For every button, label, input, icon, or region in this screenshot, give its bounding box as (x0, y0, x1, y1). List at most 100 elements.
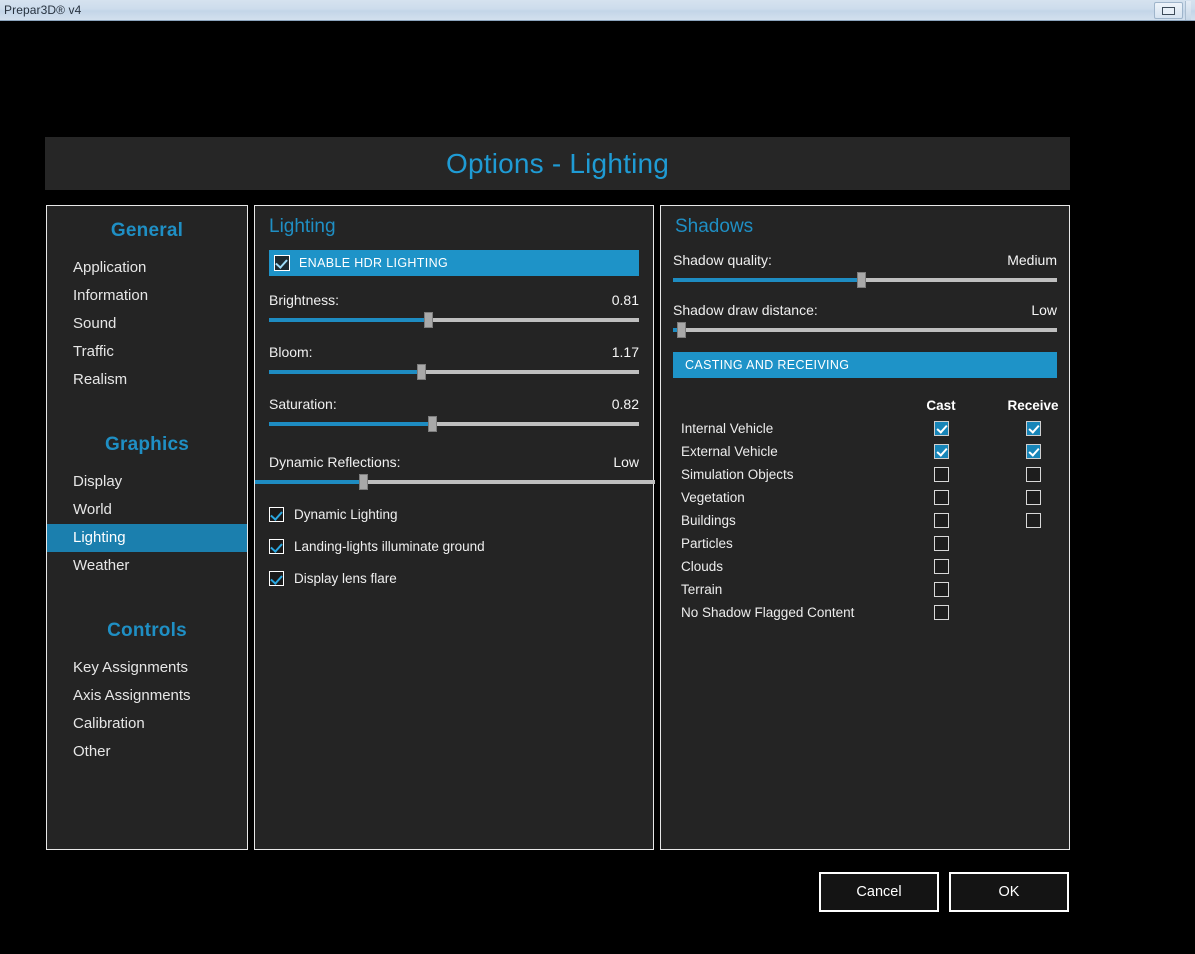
row-label-simulation-objects: Simulation Objects (681, 467, 794, 482)
receive-cell-internal-vehicle[interactable] (987, 421, 1079, 436)
sidebar-item-axis-assignments[interactable]: Axis Assignments (47, 682, 247, 710)
saturation-row: Saturation: 0.82 (269, 396, 639, 412)
enable-hdr-lighting-row[interactable]: ENABLE HDR LIGHTING (269, 250, 639, 276)
cast-checkbox[interactable] (933, 582, 949, 597)
enable-hdr-lighting-checkbox[interactable] (274, 255, 290, 271)
sim-background: Options - Lighting General Application I… (0, 21, 1195, 954)
dynamic-reflections-value: Low (613, 454, 639, 470)
sidebar-item-display[interactable]: Display (47, 468, 247, 496)
dynamic-lighting-row[interactable]: Dynamic Lighting (269, 507, 639, 522)
dynamic-reflections-slider-fill (255, 480, 363, 484)
row-label-clouds: Clouds (681, 559, 724, 574)
saturation-slider[interactable] (269, 416, 639, 432)
cast-checkbox[interactable] (933, 559, 949, 574)
row-label-buildings: Buildings (681, 513, 736, 528)
lens-flare-checkbox[interactable] (269, 571, 284, 586)
bloom-slider[interactable] (269, 364, 639, 380)
sidebar-item-sound[interactable]: Sound (47, 310, 247, 338)
sidebar-item-information[interactable]: Information (47, 282, 247, 310)
dynamic-reflections-slider[interactable] (255, 474, 655, 490)
table-row: Vegetation (673, 490, 1057, 505)
table-row: Terrain (673, 582, 1057, 597)
cast-cell-clouds[interactable] (895, 559, 987, 574)
bloom-value: 1.17 (611, 344, 639, 360)
receive-cell-buildings[interactable] (987, 513, 1079, 528)
sidebar-item-world[interactable]: World (47, 496, 247, 524)
dialog-header: Options - Lighting (45, 137, 1070, 190)
column-header-receive: Receive (1007, 398, 1059, 413)
options-dialog: Options - Lighting General Application I… (45, 137, 1070, 917)
cast-checkbox[interactable] (933, 421, 949, 436)
brightness-slider-thumb[interactable] (424, 312, 434, 328)
receive-checkbox[interactable] (1025, 490, 1041, 505)
brightness-slider[interactable] (269, 312, 639, 328)
cast-checkbox[interactable] (933, 490, 949, 505)
receive-checkbox[interactable] (1025, 467, 1041, 482)
cast-checkbox[interactable] (933, 536, 949, 551)
column-header-cast: Cast (926, 398, 956, 413)
table-row: Buildings (673, 513, 1057, 528)
cast-checkbox[interactable] (933, 444, 949, 459)
receive-cell-simulation-objects[interactable] (987, 467, 1079, 482)
sidebar-item-lighting[interactable]: Lighting (47, 524, 247, 552)
saturation-slider-fill (269, 422, 432, 426)
sidebar-item-other[interactable]: Other (47, 738, 247, 766)
cast-checkbox[interactable] (933, 467, 949, 482)
lighting-checkbox-group: Dynamic Lighting Landing-lights illumina… (255, 507, 653, 586)
table-row: External Vehicle (673, 444, 1057, 459)
minimize-button[interactable] (1154, 2, 1183, 19)
sidebar-group-general-title: General (110, 220, 184, 241)
receive-checkbox[interactable] (1025, 444, 1041, 459)
sidebar-item-calibration[interactable]: Calibration (47, 710, 247, 738)
shadow-quality-slider[interactable] (673, 272, 1057, 288)
sidebar-nav: General Application Information Sound Tr… (46, 205, 248, 850)
bloom-label: Bloom: (269, 344, 313, 360)
dynamic-lighting-checkbox[interactable] (269, 507, 284, 522)
sidebar-item-key-assignments[interactable]: Key Assignments (47, 654, 247, 682)
shadow-quality-slider-thumb[interactable] (857, 272, 867, 288)
receive-checkbox[interactable] (1025, 513, 1041, 528)
cast-cell-vegetation[interactable] (895, 490, 987, 505)
receive-cell-vegetation[interactable] (987, 490, 1079, 505)
bloom-slider-thumb[interactable] (416, 364, 426, 380)
sidebar-item-weather[interactable]: Weather (47, 552, 247, 580)
table-row: Particles (673, 536, 1057, 551)
row-label-terrain: Terrain (681, 582, 723, 597)
landing-lights-row[interactable]: Landing-lights illuminate ground (269, 539, 639, 554)
saturation-slider-thumb[interactable] (427, 416, 437, 432)
shadow-quality-label: Shadow quality: (673, 252, 772, 268)
shadow-draw-distance-slider[interactable] (673, 322, 1057, 338)
window-title: Prepar3D® v4 (4, 3, 82, 17)
cast-checkbox[interactable] (933, 513, 949, 528)
ok-button[interactable]: OK (949, 872, 1069, 912)
shadow-draw-distance-slider-thumb[interactable] (676, 322, 686, 338)
sidebar-item-realism[interactable]: Realism (47, 366, 247, 394)
dialog-footer: Cancel OK (45, 868, 1070, 916)
cast-cell-simulation-objects[interactable] (895, 467, 987, 482)
sidebar-item-traffic[interactable]: Traffic (47, 338, 247, 366)
dialog-body: General Application Information Sound Tr… (45, 190, 1070, 917)
shadow-draw-distance-value: Low (1031, 302, 1057, 318)
receive-checkbox[interactable] (1025, 421, 1041, 436)
page-title: Options - Lighting (445, 147, 670, 179)
lighting-panel: Lighting ENABLE HDR LIGHTING Brightness:… (254, 205, 655, 850)
shadow-quality-value: Medium (1007, 252, 1057, 268)
cast-cell-internal-vehicle[interactable] (895, 421, 987, 436)
cancel-button[interactable]: Cancel (819, 872, 939, 912)
dynamic-reflections-slider-thumb[interactable] (359, 474, 368, 490)
bloom-slider-fill (269, 370, 421, 374)
cast-cell-buildings[interactable] (895, 513, 987, 528)
cast-cell-external-vehicle[interactable] (895, 444, 987, 459)
receive-cell-external-vehicle[interactable] (987, 444, 1079, 459)
lens-flare-row[interactable]: Display lens flare (269, 571, 639, 586)
sidebar-item-application[interactable]: Application (47, 254, 247, 282)
cast-cell-terrain[interactable] (895, 582, 987, 597)
cast-cell-no-shadow-flagged-content[interactable] (895, 605, 987, 620)
receive-cell-particles (987, 536, 1079, 551)
cast-cell-particles[interactable] (895, 536, 987, 551)
brightness-value: 0.81 (611, 292, 639, 308)
cast-checkbox[interactable] (933, 605, 949, 620)
landing-lights-checkbox[interactable] (269, 539, 284, 554)
